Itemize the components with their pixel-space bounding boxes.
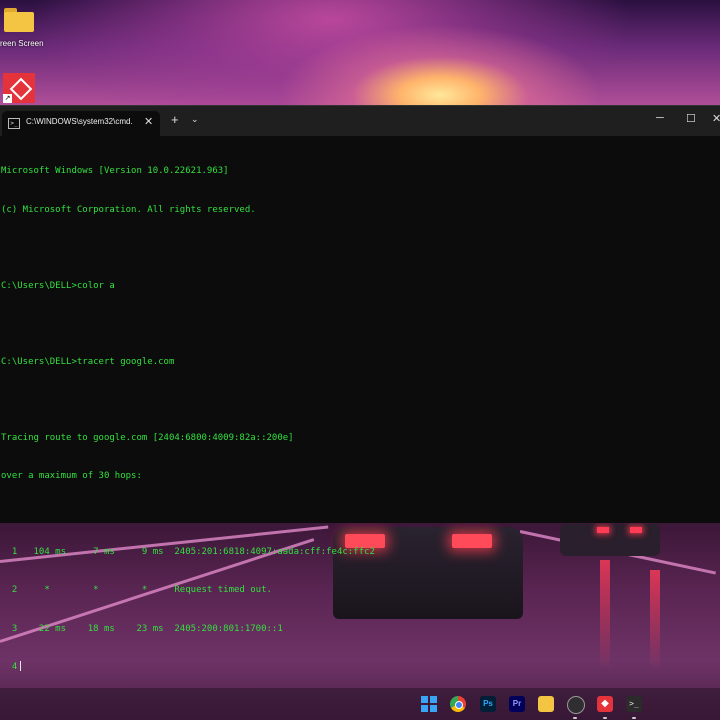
photoshop-icon[interactable]: Ps xyxy=(480,696,496,712)
shortcut-arrow-icon: ↗ xyxy=(3,94,12,103)
tab-cmd[interactable]: >_ C:\WINDOWS\system32\cmd. ✕ xyxy=(2,111,160,136)
title-bar[interactable]: >_ C:\WINDOWS\system32\cmd. ✕ + ⌄ ─ ☐ ✕ xyxy=(0,106,720,136)
console-line: 1 104 ms 7 ms 9 ms 2405:201:6818:4097:aa… xyxy=(1,547,375,558)
desktop-wallpaper-top xyxy=(0,0,720,105)
console-line: over a maximum of 30 hops: xyxy=(1,471,142,482)
anydesk-icon xyxy=(9,77,33,101)
premiere-icon[interactable]: Pr xyxy=(509,696,525,712)
console-line: C:\Users\DELL>color a xyxy=(1,280,115,291)
tab-title: C:\WINDOWS\system32\cmd. xyxy=(26,117,133,126)
folder-desktop-icon[interactable] xyxy=(4,8,36,32)
active-indicator xyxy=(573,717,577,719)
close-button[interactable]: ✕ xyxy=(712,112,720,125)
console-output[interactable]: Microsoft Windows [Version 10.0.22621.96… xyxy=(1,140,720,699)
file-explorer-icon[interactable] xyxy=(538,696,554,712)
console-line: 3 22 ms 18 ms 23 ms 2405:200:801:1700::1 xyxy=(1,623,283,634)
anydesk-desktop-icon[interactable]: ↗ xyxy=(3,73,35,103)
minimize-button[interactable]: ─ xyxy=(656,112,664,124)
active-indicator xyxy=(632,717,636,719)
console-prompt-line: 4 xyxy=(1,661,720,674)
taskbar: Ps Pr ◆ >_ xyxy=(0,688,720,720)
windows-start-icon[interactable] xyxy=(421,696,437,712)
console-line: Tracing route to google.com [2404:6800:4… xyxy=(1,433,294,444)
console-line: 2 * * * Request timed out. xyxy=(1,585,272,596)
text-cursor xyxy=(20,661,22,672)
chevron-down-icon[interactable]: ⌄ xyxy=(191,114,199,125)
active-indicator xyxy=(603,717,607,719)
anydesk-icon[interactable]: ◆ xyxy=(597,696,613,712)
obs-icon[interactable] xyxy=(567,696,585,714)
console-line: C:\Users\DELL>tracert google.com xyxy=(1,356,175,367)
desktop-icon-label: reen Screen xyxy=(0,39,44,48)
terminal-icon: >_ xyxy=(8,118,20,129)
folder-icon-body xyxy=(4,12,34,32)
chrome-icon[interactable] xyxy=(450,696,466,712)
maximize-button[interactable]: ☐ xyxy=(686,112,696,125)
console-line: 4 xyxy=(1,661,18,672)
tab-close-button[interactable]: ✕ xyxy=(144,115,153,128)
console-line: Microsoft Windows [Version 10.0.22621.96… xyxy=(1,166,229,177)
console-line: (c) Microsoft Corporation. All rights re… xyxy=(1,204,256,215)
terminal-taskbar-icon[interactable]: >_ xyxy=(626,696,642,712)
new-tab-button[interactable]: + xyxy=(171,113,179,126)
terminal-window[interactable]: >_ C:\WINDOWS\system32\cmd. ✕ + ⌄ ─ ☐ ✕ … xyxy=(0,105,720,672)
